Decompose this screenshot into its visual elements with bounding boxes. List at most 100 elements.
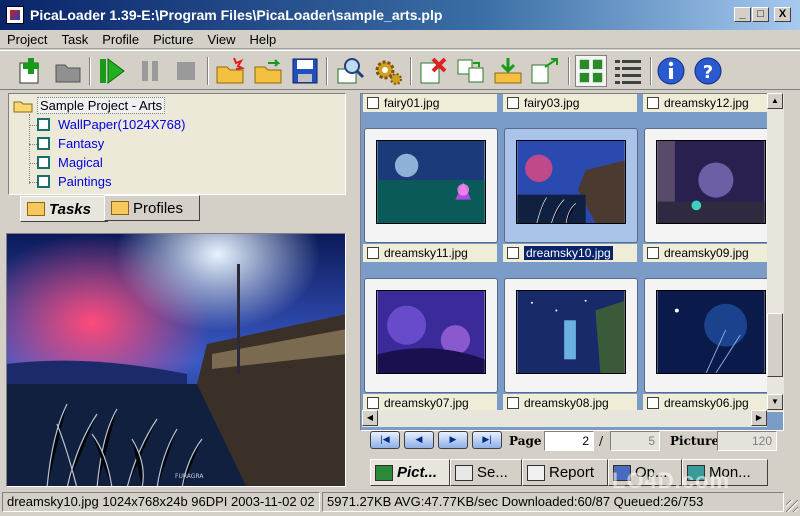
thumbnail-checkbox[interactable] <box>367 97 379 109</box>
thumbnail-label[interactable]: fairy03.jpg <box>503 94 637 112</box>
picture-label: Picture <box>670 434 720 448</box>
thumbnail-filename: dreamsky10.jpg <box>524 246 613 260</box>
tree-item-label: Paintings <box>58 174 112 189</box>
vertical-scrollbar[interactable]: ▲ ▼ <box>767 93 784 411</box>
thumbnail-checkbox[interactable] <box>507 247 519 259</box>
tree-item-label: Magical <box>58 155 103 170</box>
scroll-right-icon[interactable]: ▶ <box>751 410 767 426</box>
settings-icon[interactable] <box>372 55 404 87</box>
start-icon[interactable] <box>96 55 128 87</box>
save-icon[interactable] <box>289 55 321 87</box>
tab-profiles[interactable]: Profiles <box>104 195 200 221</box>
task-checkbox[interactable] <box>37 137 50 150</box>
copy-icon[interactable] <box>455 55 487 87</box>
thumbnail-checkbox[interactable] <box>647 397 659 409</box>
horizontal-scrollbar[interactable]: ◀ ▶ <box>362 410 767 427</box>
menu-profile[interactable]: Profile <box>95 32 146 47</box>
info-icon[interactable] <box>655 55 687 87</box>
thumbnail-card[interactable] <box>504 128 638 243</box>
minimize-button[interactable]: _ <box>734 7 751 22</box>
scroll-left-icon[interactable]: ◀ <box>362 410 378 426</box>
thumbnail-label[interactable]: dreamsky10.jpg <box>503 244 637 262</box>
scroll-up-icon[interactable]: ▲ <box>767 93 783 109</box>
tree-item[interactable]: Paintings <box>37 174 111 189</box>
task-tree: Sample Project - Arts WallPaper(1024X768… <box>8 93 346 195</box>
thumbnail-label[interactable]: fairy01.jpg <box>363 94 497 112</box>
report-icon <box>527 464 545 481</box>
thumbnail-card[interactable] <box>364 128 498 243</box>
tree-root[interactable]: Sample Project - Arts <box>13 97 166 114</box>
thumbnail-card[interactable] <box>504 278 638 393</box>
last-page-button[interactable]: ▶| <box>472 431 502 449</box>
first-page-button[interactable]: |◀ <box>370 431 400 449</box>
picture-total: 120 <box>717 431 777 451</box>
task-checkbox[interactable] <box>37 156 50 169</box>
task-checkbox[interactable] <box>37 175 50 188</box>
tasks-icon <box>27 202 45 216</box>
thumbnail-filename: dreamsky07.jpg <box>384 396 469 410</box>
thumbnail-checkbox[interactable] <box>367 247 379 259</box>
toolbar: ? <box>0 50 800 90</box>
thumbnail-checkbox[interactable] <box>507 397 519 409</box>
page-total: 5 <box>610 431 660 451</box>
title-bar: PicaLoader 1.39-E:\Program Files\PicaLoa… <box>0 0 800 30</box>
tab-pictures[interactable]: Pict... <box>370 459 450 486</box>
open-folder-icon[interactable] <box>52 55 84 87</box>
tab-tasks[interactable]: Tasks <box>20 196 108 222</box>
preview-image: FURAGRA <box>7 234 345 486</box>
tree-item[interactable]: Fantasy <box>37 136 104 151</box>
thumbnail-checkbox[interactable] <box>647 247 659 259</box>
toolbar-separator <box>650 57 652 85</box>
thumbnail-label[interactable]: dreamsky11.jpg <box>363 244 497 262</box>
close-button[interactable]: X <box>774 7 791 22</box>
thumbnail-card[interactable] <box>364 278 498 393</box>
new-task-icon[interactable] <box>14 55 46 87</box>
menu-project[interactable]: Project <box>0 32 54 47</box>
tree-root-label: Sample Project - Arts <box>37 97 166 114</box>
thumbnail-checkbox[interactable] <box>507 97 519 109</box>
download-icon[interactable] <box>492 55 524 87</box>
new-folder-icon[interactable] <box>214 55 246 87</box>
thumbnail-image <box>656 290 766 374</box>
thumbnail-label[interactable]: dreamsky09.jpg <box>643 244 783 262</box>
prev-page-button[interactable]: ◀ <box>404 431 434 449</box>
resize-grip[interactable] <box>786 500 798 512</box>
export-icon[interactable] <box>529 55 561 87</box>
menu-view[interactable]: View <box>201 32 243 47</box>
task-checkbox[interactable] <box>37 118 50 131</box>
thumbnail-image <box>516 290 626 374</box>
menu-picture[interactable]: Picture <box>146 32 200 47</box>
status-file-info: dreamsky10.jpg 1024x768x24b 96DPI 2003-1… <box>2 492 320 512</box>
thumbnail-label[interactable]: dreamsky12.jpg <box>643 94 783 112</box>
thumbnail-card[interactable] <box>644 278 778 393</box>
list-view-icon[interactable] <box>612 55 644 87</box>
search-icon[interactable] <box>334 55 366 87</box>
thumbnail-filename: dreamsky08.jpg <box>524 396 609 410</box>
help-icon[interactable]: ? <box>692 55 724 87</box>
page-input[interactable]: 2 <box>544 431 594 451</box>
pause-icon[interactable] <box>134 55 166 87</box>
stop-icon[interactable] <box>170 55 202 87</box>
next-page-button[interactable]: ▶ <box>438 431 468 449</box>
thumbnail-view-icon[interactable] <box>575 55 607 87</box>
tab-search[interactable]: Se... <box>450 459 522 486</box>
tab-report[interactable]: Report <box>522 459 608 486</box>
scroll-thumb[interactable] <box>767 313 783 377</box>
toolbar-separator <box>568 57 570 85</box>
thumbnail-checkbox[interactable] <box>367 397 379 409</box>
menu-help[interactable]: Help <box>242 32 283 47</box>
open-project-icon[interactable] <box>252 55 284 87</box>
tree-item[interactable]: Magical <box>37 155 103 170</box>
tree-item[interactable]: WallPaper(1024X768) <box>37 117 185 132</box>
scroll-down-icon[interactable]: ▼ <box>767 394 783 410</box>
tree-item-label: WallPaper(1024X768) <box>58 117 186 132</box>
thumbnail-card[interactable] <box>644 128 778 243</box>
menu-task[interactable]: Task <box>54 32 95 47</box>
menu-bar: Project Task Profile Picture View Help <box>0 30 800 49</box>
thumbnail-checkbox[interactable] <box>647 97 659 109</box>
thumbnail-image <box>516 140 626 224</box>
tab-label: Report <box>549 464 595 481</box>
app-icon[interactable] <box>6 6 24 24</box>
maximize-button[interactable]: □ <box>752 7 769 22</box>
delete-icon[interactable] <box>417 55 449 87</box>
